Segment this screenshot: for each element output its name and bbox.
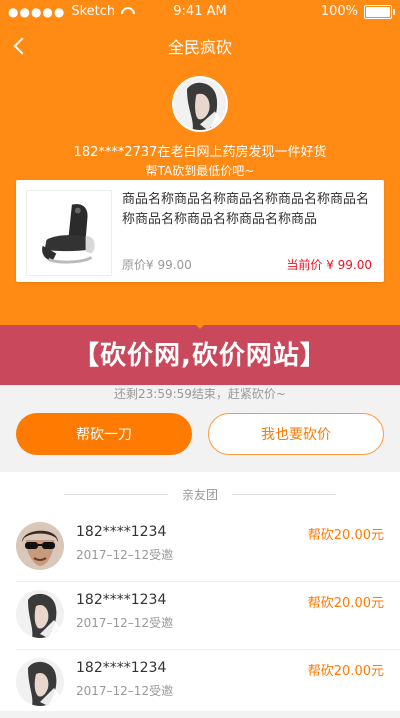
- help-cut-button[interactable]: 帮砍一刀: [16, 413, 192, 455]
- status-right: 100%: [320, 4, 395, 19]
- battery-percent: 100%: [320, 4, 358, 19]
- woman-profile-icon: [174, 78, 226, 130]
- sharer-avatar: [172, 76, 228, 132]
- avatar: [16, 522, 64, 570]
- woman-profile-icon: [16, 590, 64, 638]
- list-item[interactable]: 182****1234 2017–12–12受邀 帮砍20.00元: [0, 514, 400, 582]
- friend-phone: 182****1234: [76, 592, 167, 608]
- product-card[interactable]: 商品名称商品名称商品名称商品名称商品名称商品名称商品名称商品名称商品 原价¥ 9…: [16, 180, 384, 282]
- friends-section: 亲友团 182****1234 2017–12–12受邀 帮砍20.00元 18…: [0, 472, 400, 711]
- friend-phone: 182****1234: [76, 660, 167, 676]
- banner-overlay: 【砍价网,砍价网站】: [0, 325, 400, 385]
- sunglasses-man-icon: [16, 522, 64, 570]
- page-title: 全民疯砍: [167, 38, 232, 57]
- friend-invite-date: 2017–12–12受邀: [76, 684, 174, 698]
- banner-caption: 【砍价网,砍价网站】: [73, 341, 327, 371]
- avatar: [16, 658, 64, 706]
- battery-icon: [364, 4, 395, 19]
- invite-message: 182****2737在老白网上药房发现一件好货: [73, 145, 327, 160]
- list-item[interactable]: 182****1234 2017–12–12受邀 帮砍20.00元: [0, 650, 400, 718]
- friend-helped-amount: 帮砍20.00元: [307, 596, 384, 611]
- friend-helped-amount: 帮砍20.00元: [307, 528, 384, 543]
- invite-subtitle: 帮TA砍到最低价吧~: [145, 164, 255, 178]
- friend-invite-date: 2017–12–12受邀: [76, 548, 174, 562]
- list-item[interactable]: 182****1234 2017–12–12受邀 帮砍20.00元: [0, 582, 400, 650]
- woman-profile-icon: [16, 658, 64, 706]
- friends-section-title: 亲友团: [181, 488, 218, 502]
- start-my-bargain-button[interactable]: 我也要砍价: [208, 413, 384, 455]
- countdown-text: 还剩23:59:59结束，赶紧砍价~: [114, 387, 286, 401]
- product-image: [26, 190, 112, 276]
- friend-phone: 182****1234: [76, 524, 167, 540]
- friend-invite-date: 2017–12–12受邀: [76, 616, 174, 630]
- product-name: 商品名称商品名称商品名称商品名称商品名称商品名称商品名称商品名称商品: [122, 192, 370, 227]
- friend-helped-amount: 帮砍20.00元: [307, 664, 384, 679]
- massage-chair-icon: [27, 191, 111, 275]
- current-price: 当前价 ¥ 99.00: [286, 258, 372, 272]
- status-bar: ●●●●● Sketch 9:41 AM 100%: [0, 0, 400, 22]
- avatar: [16, 590, 64, 638]
- divider-line: [232, 494, 336, 495]
- original-price: 原价¥ 99.00: [122, 258, 192, 272]
- pointer-arrow: [191, 320, 209, 329]
